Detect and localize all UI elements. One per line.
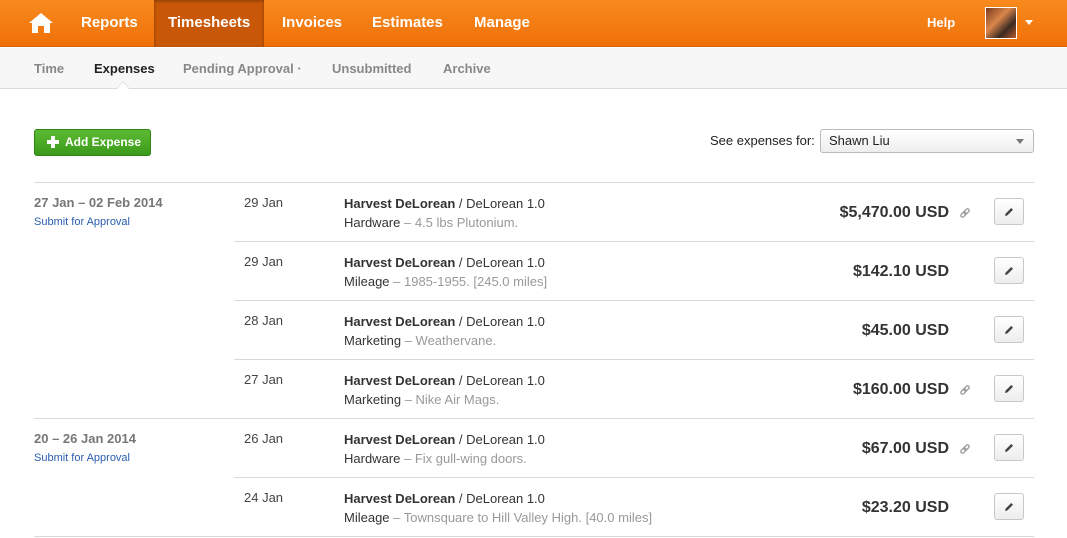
entry-project-name: / DeLorean 1.0	[455, 432, 545, 447]
entry-project-name: / DeLorean 1.0	[455, 491, 545, 506]
week-divider	[34, 182, 1034, 183]
entry-amount: $5,470.00 USD	[839, 204, 949, 221]
entry-date: 29 Jan	[244, 254, 284, 269]
entry-description: Hardware – Fix gull-wing doors.	[344, 451, 527, 466]
pencil-icon	[1005, 267, 1013, 275]
pencil-icon	[1005, 444, 1013, 452]
attachment-link-icon[interactable]	[959, 384, 971, 396]
entry-project: Harvest DeLorean / DeLorean 1.0	[344, 196, 545, 211]
entry-project-name: / DeLorean 1.0	[455, 255, 545, 270]
row-divider	[234, 300, 1034, 301]
row-divider	[234, 241, 1034, 242]
entry-category: Mileage	[344, 510, 390, 525]
entry-note: – Nike Air Mags.	[401, 392, 500, 407]
week-range: 27 Jan – 02 Feb 2014	[34, 195, 163, 210]
entry-date: 24 Jan	[244, 490, 284, 505]
entry-amount: $67.00 USD	[861, 440, 949, 457]
entry-project: Harvest DeLorean / DeLorean 1.0	[344, 255, 545, 270]
tab-pending-approval[interactable]: Pending Approval ·	[183, 48, 302, 89]
edit-button[interactable]	[994, 198, 1024, 225]
entry-note: – Fix gull-wing doors.	[400, 451, 527, 466]
entry-description: Mileage – 1985-1955. [245.0 miles]	[344, 274, 547, 289]
week-divider	[34, 536, 1034, 537]
entry-client: Harvest DeLorean	[344, 255, 456, 270]
row-divider	[234, 359, 1034, 360]
help-link[interactable]: Help	[927, 0, 955, 46]
attachment-link-icon[interactable]	[959, 443, 971, 455]
submit-for-approval-link[interactable]: Submit for Approval	[34, 452, 130, 464]
entry-note: – 4.5 lbs Plutonium.	[400, 215, 519, 230]
plus-icon	[47, 136, 59, 148]
row-divider	[234, 477, 1034, 478]
entry-project-name: / DeLorean 1.0	[455, 373, 545, 388]
user-avatar-icon[interactable]	[985, 7, 1017, 39]
entry-project: Harvest DeLorean / DeLorean 1.0	[344, 314, 545, 329]
entry-client: Harvest DeLorean	[344, 196, 456, 211]
chevron-down-icon[interactable]	[1025, 20, 1033, 25]
entry-amount: $160.00 USD	[852, 381, 949, 398]
chevron-down-icon	[1016, 139, 1024, 144]
tab-unsubmitted[interactable]: Unsubmitted	[332, 48, 411, 89]
pencil-icon	[1005, 385, 1013, 393]
edit-button[interactable]	[994, 434, 1024, 461]
submit-for-approval-link[interactable]: Submit for Approval	[34, 216, 130, 228]
edit-button[interactable]	[994, 375, 1024, 402]
entry-category: Marketing	[344, 333, 402, 348]
nav-timesheets[interactable]: Timesheets	[154, 0, 265, 47]
home-icon[interactable]	[28, 12, 54, 34]
entry-category: Hardware	[344, 451, 401, 466]
nav-estimates[interactable]: Estimates	[358, 0, 457, 47]
entry-project: Harvest DeLorean / DeLorean 1.0	[344, 432, 545, 447]
entry-description: Mileage – Townsquare to Hill Valley High…	[344, 510, 652, 525]
entry-amount: $142.10 USD	[852, 263, 949, 280]
entry-description: Marketing – Nike Air Mags.	[344, 392, 499, 407]
entry-date: 29 Jan	[244, 195, 284, 210]
nav-invoices[interactable]: Invoices	[268, 0, 356, 47]
entry-date: 27 Jan	[244, 372, 284, 387]
entry-description: Hardware – 4.5 lbs Plutonium.	[344, 215, 518, 230]
user-select-value: Shawn Liu	[829, 133, 890, 148]
entry-project-name: / DeLorean 1.0	[455, 314, 545, 329]
tab-time[interactable]: Time	[34, 48, 64, 89]
pencil-icon	[1005, 208, 1013, 216]
add-expense-label: Add Expense	[65, 135, 142, 149]
entry-project: Harvest DeLorean / DeLorean 1.0	[344, 373, 545, 388]
entry-client: Harvest DeLorean	[344, 432, 456, 447]
edit-button[interactable]	[994, 493, 1024, 520]
top-nav: Reports Timesheets Invoices Estimates Ma…	[0, 0, 1067, 47]
entry-amount: $23.20 USD	[861, 499, 949, 516]
week-divider	[34, 418, 1034, 419]
entry-note: – Townsquare to Hill Valley High. [40.0 …	[389, 510, 653, 525]
entry-client: Harvest DeLorean	[344, 314, 456, 329]
nav-reports[interactable]: Reports	[67, 0, 152, 47]
entry-amount: $45.00 USD	[861, 322, 949, 339]
entry-note: – 1985-1955. [245.0 miles]	[389, 274, 548, 289]
user-select[interactable]: Shawn Liu	[820, 129, 1034, 153]
entry-note: – Weathervane.	[401, 333, 497, 348]
pencil-icon	[1005, 326, 1013, 334]
week-range: 20 – 26 Jan 2014	[34, 431, 136, 446]
entry-description: Marketing – Weathervane.	[344, 333, 496, 348]
tab-archive[interactable]: Archive	[443, 48, 491, 89]
nav-manage[interactable]: Manage	[460, 0, 544, 47]
entry-category: Mileage	[344, 274, 390, 289]
entry-project-name: / DeLorean 1.0	[455, 196, 545, 211]
attachment-link-icon[interactable]	[959, 207, 971, 219]
entry-category: Marketing	[344, 392, 402, 407]
edit-button[interactable]	[994, 316, 1024, 343]
see-expenses-label: See expenses for:	[710, 133, 815, 148]
entry-category: Hardware	[344, 215, 401, 230]
active-tab-indicator	[116, 81, 130, 89]
add-expense-button[interactable]: Add Expense	[34, 129, 151, 156]
entry-date: 26 Jan	[244, 431, 284, 446]
edit-button[interactable]	[994, 257, 1024, 284]
entry-client: Harvest DeLorean	[344, 491, 456, 506]
entry-date: 28 Jan	[244, 313, 284, 328]
entry-project: Harvest DeLorean / DeLorean 1.0	[344, 491, 545, 506]
sub-nav: Time Expenses Pending Approval · Unsubmi…	[0, 48, 1067, 89]
pencil-icon	[1005, 503, 1013, 511]
entry-client: Harvest DeLorean	[344, 373, 456, 388]
